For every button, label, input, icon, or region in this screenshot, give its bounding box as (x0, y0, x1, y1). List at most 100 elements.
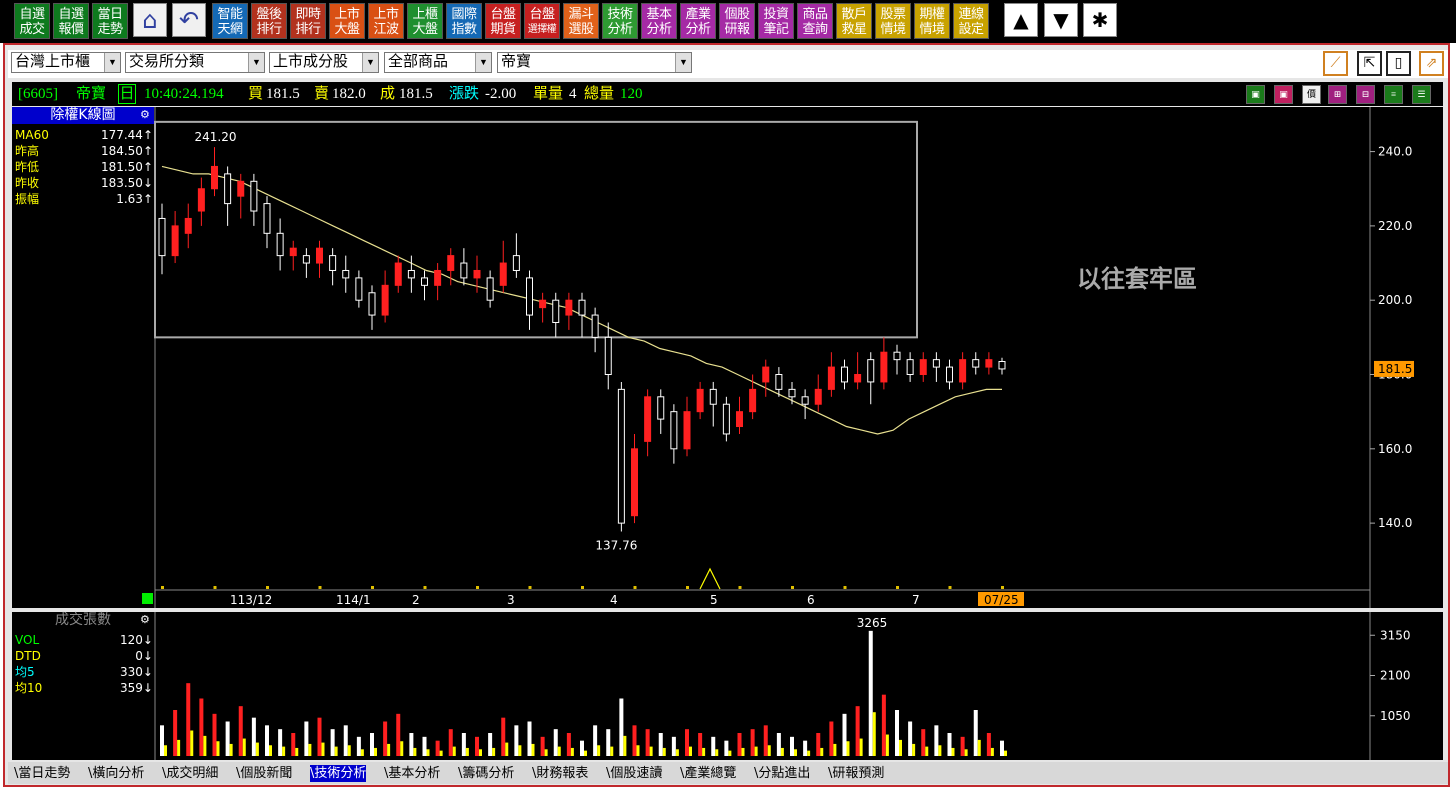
tab-2[interactable]: \成交明細 (162, 765, 218, 782)
back-icon[interactable]: ↶ (172, 3, 206, 37)
up-arrow-icon[interactable]: ▲ (1004, 3, 1038, 37)
tab-7[interactable]: \財務報表 (532, 765, 588, 782)
toolbar-button-10[interactable]: 台盤 期貨 (485, 3, 521, 39)
candle-body (919, 359, 927, 376)
candle (276, 218, 284, 271)
volume-ma-bar (767, 745, 771, 756)
layout-button[interactable]: ▯ (1386, 51, 1411, 76)
vol-peak-label: 3265 (857, 616, 888, 630)
volume-bar (304, 721, 309, 756)
candle-body (827, 366, 835, 390)
toolbar-button-11[interactable]: 台盤 選擇權 (524, 3, 560, 39)
tab-4[interactable]: \技術分析 (310, 765, 367, 782)
kline-chart[interactable]: 140.0160.0180.0200.0220.0240.0以往套牢區241.2… (12, 107, 1443, 608)
chart-style-button[interactable]: ⟋ (1323, 51, 1348, 76)
volume-chart[interactable]: 1050 2100 3150 3265 (12, 612, 1443, 760)
volume-bar (225, 721, 230, 756)
kline-panel: 除權K線圖 ⚙ MA60 177.44↑ 昨高 184.50↑ 昨低 181.50↑ 昨收 1… (12, 107, 1443, 608)
stock-code: [6605] (18, 86, 58, 102)
candle-body (696, 388, 704, 413)
candle-body (670, 411, 678, 450)
volume-ma-bar (164, 745, 167, 756)
candle (381, 270, 389, 323)
toolbar-button-19[interactable]: 散戶 救星 (836, 3, 872, 39)
toolbar-button-13[interactable]: 技術 分析 (602, 3, 638, 39)
down-arrow-icon[interactable]: ▼ (1044, 3, 1078, 37)
volume-ma-bar (794, 749, 797, 756)
product-select[interactable]: 全部商品 ▼ (384, 52, 492, 73)
volume-ma-bar (649, 746, 653, 756)
tab-6[interactable]: \籌碼分析 (458, 765, 514, 782)
candle-body (998, 361, 1006, 370)
expand-button[interactable]: ⇗ (1419, 51, 1444, 76)
tab-5[interactable]: \基本分析 (384, 765, 440, 782)
popout-button[interactable]: ⇱ (1357, 51, 1382, 76)
toolbar-button-label: 投資 (763, 7, 789, 22)
home-icon[interactable]: ⌂ (133, 3, 167, 37)
tab-9[interactable]: \產業總覽 (680, 765, 736, 782)
add-indicator-icon[interactable]: ⊞ (1328, 85, 1347, 104)
market-select[interactable]: 台灣上市櫃 ▼ (11, 52, 121, 73)
toolbar-button-0[interactable]: 自選 成交 (14, 3, 50, 39)
remove-indicator-icon[interactable]: ⊟ (1356, 85, 1375, 104)
group-select[interactable]: 上市成分股 ▼ (269, 52, 379, 73)
toolbar-button-9[interactable]: 國際 指數 (446, 3, 482, 39)
tab-11[interactable]: \研報預測 (828, 765, 884, 782)
period-badge[interactable]: 日 (118, 84, 136, 104)
grid-icon[interactable]: ☰ (1412, 85, 1431, 104)
candle (998, 357, 1006, 375)
menu-icon[interactable]: ≡ (1384, 85, 1403, 104)
tab-10[interactable]: \分點進出 (754, 765, 810, 782)
stock-name: 帝寶 (76, 86, 107, 102)
toolbar-button-18[interactable]: 商品 查詢 (797, 3, 833, 39)
volume-bar (317, 717, 322, 756)
volume-bar (238, 706, 243, 756)
toolbar-button-21[interactable]: 期權 情境 (914, 3, 950, 39)
tab-1[interactable]: \橫向分析 (88, 765, 144, 782)
asterisk-icon[interactable]: ✱ (1083, 3, 1117, 37)
toolbar-button-8[interactable]: 上櫃 大盤 (407, 3, 443, 39)
toolbar-button-label: 自選 (19, 7, 45, 22)
vol-y-tick-label: 2100 (1380, 669, 1411, 683)
toolbar-button-5[interactable]: 即時 排行 (290, 3, 326, 39)
toolbar-button-20[interactable]: 股票 情境 (875, 3, 911, 39)
toolbar-button-12[interactable]: 漏斗 選股 (563, 3, 599, 39)
toolbar-button-7[interactable]: 上市 江波 (368, 3, 404, 39)
candle-body (302, 255, 310, 264)
toolbar-button-16[interactable]: 個股 研報 (719, 3, 755, 39)
volume-bar (842, 713, 847, 756)
toolbar-button-4[interactable]: 盤後 排行 (251, 3, 287, 39)
volume-ma-bar (334, 746, 338, 756)
tab-8[interactable]: \個股速讀 (606, 765, 662, 782)
candle (670, 404, 678, 464)
tab-3[interactable]: \個股新聞 (236, 765, 292, 782)
event-marker (686, 586, 689, 589)
candle-body (985, 359, 993, 368)
toolbar-button-3[interactable]: 智能 天網 (212, 3, 248, 39)
candle-body (342, 269, 350, 279)
price-icon[interactable]: 價 (1302, 85, 1321, 104)
tab-0[interactable]: \當日走勢 (14, 765, 70, 782)
volume-ma-bar (426, 749, 430, 756)
candle (316, 240, 323, 278)
toolbar-button-6[interactable]: 上市 大盤 (329, 3, 365, 39)
toolbar-button-2[interactable]: 當日 走勢 (92, 3, 128, 39)
compare-icon[interactable]: ▣ (1274, 85, 1293, 104)
toolbar-button-15[interactable]: 產業 分析 (680, 3, 716, 39)
stock-select-value: 帝寶 (501, 54, 532, 70)
toolbar-button-17[interactable]: 投資 筆記 (758, 3, 794, 39)
volume-ma-bar (623, 735, 627, 756)
toolbar-button-14[interactable]: 基本 分析 (641, 3, 677, 39)
chevron-down-icon: ▼ (362, 53, 378, 72)
toolbar-button-1[interactable]: 自選 報價 (53, 3, 89, 39)
volume-bar (173, 710, 178, 756)
overlay-icon[interactable]: ▣ (1246, 85, 1265, 104)
candle (434, 263, 442, 301)
candle (854, 352, 862, 390)
volume-bar (685, 729, 689, 756)
toolbar-button-label: 商品 (802, 7, 828, 22)
toolbar-button-22[interactable]: 連線 設定 (953, 3, 989, 39)
category-select[interactable]: 交易所分類 ▼ (125, 52, 265, 73)
stock-select[interactable]: 帝寶 ▼ (497, 52, 692, 73)
y-tick-label: 240.0 (1378, 145, 1412, 159)
